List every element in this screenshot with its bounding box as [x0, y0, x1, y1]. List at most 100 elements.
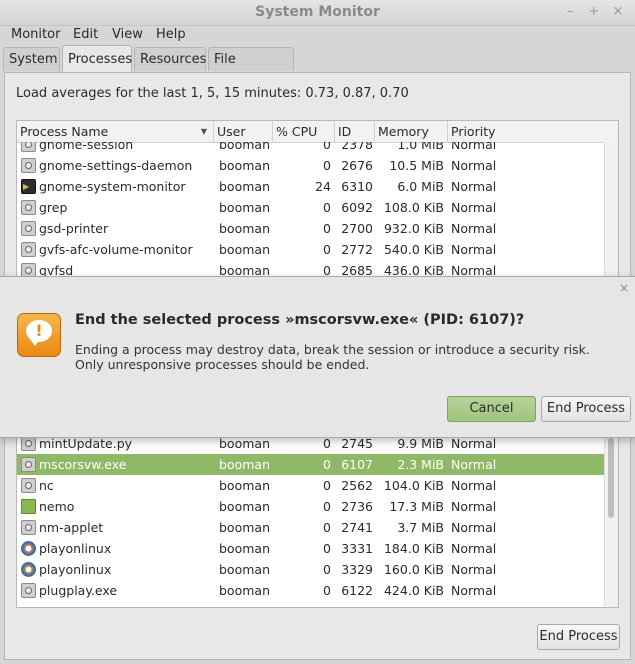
cell-process-name: nc: [39, 478, 54, 493]
cell-user: booman: [219, 158, 270, 173]
cell-id: 3329: [341, 562, 373, 577]
cell-cpu: 0: [323, 562, 331, 577]
cell-memory: 104.0 KiB: [383, 478, 444, 493]
system-monitor-window: System Monitor – + × Monitor Edit View H…: [0, 0, 635, 664]
column-id[interactable]: ID: [335, 121, 375, 142]
cell-priority: Normal: [451, 478, 497, 493]
cell-cpu: 24: [315, 179, 331, 194]
tab-resources[interactable]: Resources: [134, 47, 206, 71]
cell-memory: 424.0 KiB: [383, 583, 444, 598]
cell-process-name: gnome-session: [39, 142, 134, 152]
load-averages-label: Load averages for the last 1, 5, 15 minu…: [16, 86, 409, 101]
gear-icon: [21, 457, 36, 472]
menu-monitor[interactable]: Monitor: [11, 27, 60, 42]
dialog-cancel-button[interactable]: Cancel: [447, 396, 536, 422]
menubar: Monitor Edit View Help: [0, 25, 635, 45]
cell-process-name: playonlinux: [39, 541, 112, 556]
cell-cpu: 0: [323, 221, 331, 236]
cell-id: 2700: [341, 221, 373, 236]
cell-id: 2562: [341, 478, 373, 493]
table-row[interactable]: gsd-printer booman 0 2700 932.0 KiB Normal: [17, 218, 607, 239]
cell-priority: Normal: [451, 541, 497, 556]
table-row[interactable]: nm-applet booman 0 2741 3.7 MiB Normal: [17, 517, 607, 538]
cell-memory: 540.0 KiB: [383, 242, 444, 257]
table-header: Process Name ▼ User % CPU ID Memory Prio…: [17, 121, 618, 143]
maximize-button[interactable]: +: [585, 3, 603, 21]
cell-process-name: plugplay.exe: [39, 583, 118, 598]
cell-id: 2772: [341, 242, 373, 257]
column-process-name[interactable]: Process Name ▼: [17, 121, 214, 142]
dialog-close-button[interactable]: ×: [619, 281, 629, 295]
tab-bar: System Processes Resources File Systems: [0, 45, 635, 91]
table-row[interactable]: gnome-session booman 0 2378 1.0 MiB Normal: [17, 142, 607, 155]
cell-user: booman: [219, 520, 270, 535]
column-cpu[interactable]: % CPU: [273, 121, 335, 142]
cell-cpu: 0: [323, 583, 331, 598]
cell-cpu: 0: [323, 478, 331, 493]
end-process-button[interactable]: End Process: [537, 624, 620, 650]
cell-memory: 10.5 MiB: [389, 158, 444, 173]
title-bar[interactable]: System Monitor – + ×: [0, 0, 635, 26]
cell-user: booman: [219, 457, 270, 472]
minimize-button[interactable]: –: [561, 3, 579, 21]
cell-user: booman: [219, 478, 270, 493]
dialog-title: End the selected process »mscorsvw.exe« …: [75, 312, 525, 328]
cell-id: 6092: [341, 200, 373, 215]
table-row[interactable]: mscorsvw.exe booman 0 6107 2.3 MiB Normal: [17, 454, 607, 475]
gear-icon: [21, 242, 36, 257]
table-row[interactable]: gnome-system-monitor booman 24 6310 6.0 MiB N…: [17, 176, 607, 197]
warning-icon: [17, 313, 61, 357]
cell-memory: 108.0 KiB: [383, 200, 444, 215]
table-row[interactable]: gnome-settings-daemon booman 0 2676 10.5 MiB…: [17, 155, 607, 176]
menu-view[interactable]: View: [112, 27, 143, 42]
cell-id: 2741: [341, 520, 373, 535]
gear-icon: [21, 478, 36, 493]
gear-icon: [21, 158, 36, 173]
menu-help[interactable]: Help: [156, 27, 186, 42]
cell-process-name: gnome-system-monitor: [39, 179, 186, 194]
cell-id: 2378: [341, 142, 373, 152]
cell-process-name: gsd-printer: [39, 221, 109, 236]
cell-memory: 17.3 MiB: [389, 499, 444, 514]
table-row[interactable]: playonlinux booman 0 3331 184.0 KiB Normal: [17, 538, 607, 559]
scrollbar-thumb[interactable]: [608, 438, 614, 518]
dialog-end-process-button[interactable]: End Process: [541, 396, 631, 422]
cell-priority: Normal: [451, 200, 497, 215]
cell-process-name: nm-applet: [39, 520, 104, 535]
cell-cpu: 0: [323, 520, 331, 535]
gear-icon: [21, 436, 36, 451]
column-priority[interactable]: Priority: [448, 121, 607, 142]
tab-system[interactable]: System: [3, 47, 60, 71]
menu-edit[interactable]: Edit: [73, 27, 98, 42]
cell-process-name: nemo: [39, 499, 75, 514]
cell-user: booman: [219, 142, 270, 152]
cell-cpu: 0: [323, 142, 331, 152]
close-button[interactable]: ×: [609, 3, 627, 21]
cell-id: 3331: [341, 541, 373, 556]
table-row[interactable]: grep booman 0 6092 108.0 KiB Normal: [17, 197, 607, 218]
cell-id: 6310: [341, 179, 373, 194]
table-row[interactable]: playonlinux booman 0 3329 160.0 KiB Normal: [17, 559, 607, 580]
cell-id: 6107: [341, 457, 373, 472]
cell-id: 6122: [341, 583, 373, 598]
cell-cpu: 0: [323, 457, 331, 472]
cell-user: booman: [219, 179, 270, 194]
column-memory[interactable]: Memory: [375, 121, 448, 142]
table-row[interactable]: gvfs-afc-volume-monitor booman 0 2772 540.0 …: [17, 239, 607, 260]
cell-memory: 3.7 MiB: [397, 520, 444, 535]
gear-icon: [21, 520, 36, 535]
cell-cpu: 0: [323, 242, 331, 257]
playonlinux-icon: [21, 562, 36, 577]
column-user[interactable]: User: [214, 121, 273, 142]
table-row[interactable]: nemo booman 0 2736 17.3 MiB Normal: [17, 496, 607, 517]
cell-priority: Normal: [451, 499, 497, 514]
cell-memory: 1.0 MiB: [397, 142, 444, 152]
tab-file-systems[interactable]: File Systems: [208, 47, 294, 91]
tab-processes[interactable]: Processes: [62, 45, 132, 73]
table-row[interactable]: nc booman 0 2562 104.0 KiB Normal: [17, 475, 607, 496]
cell-priority: Normal: [451, 242, 497, 257]
sort-triangle-down-icon: ▼: [200, 127, 207, 136]
table-row[interactable]: plugplay.exe booman 0 6122 424.0 KiB Normal: [17, 580, 607, 601]
cell-memory: 2.3 MiB: [397, 457, 444, 472]
column-label: Process Name: [20, 124, 109, 139]
